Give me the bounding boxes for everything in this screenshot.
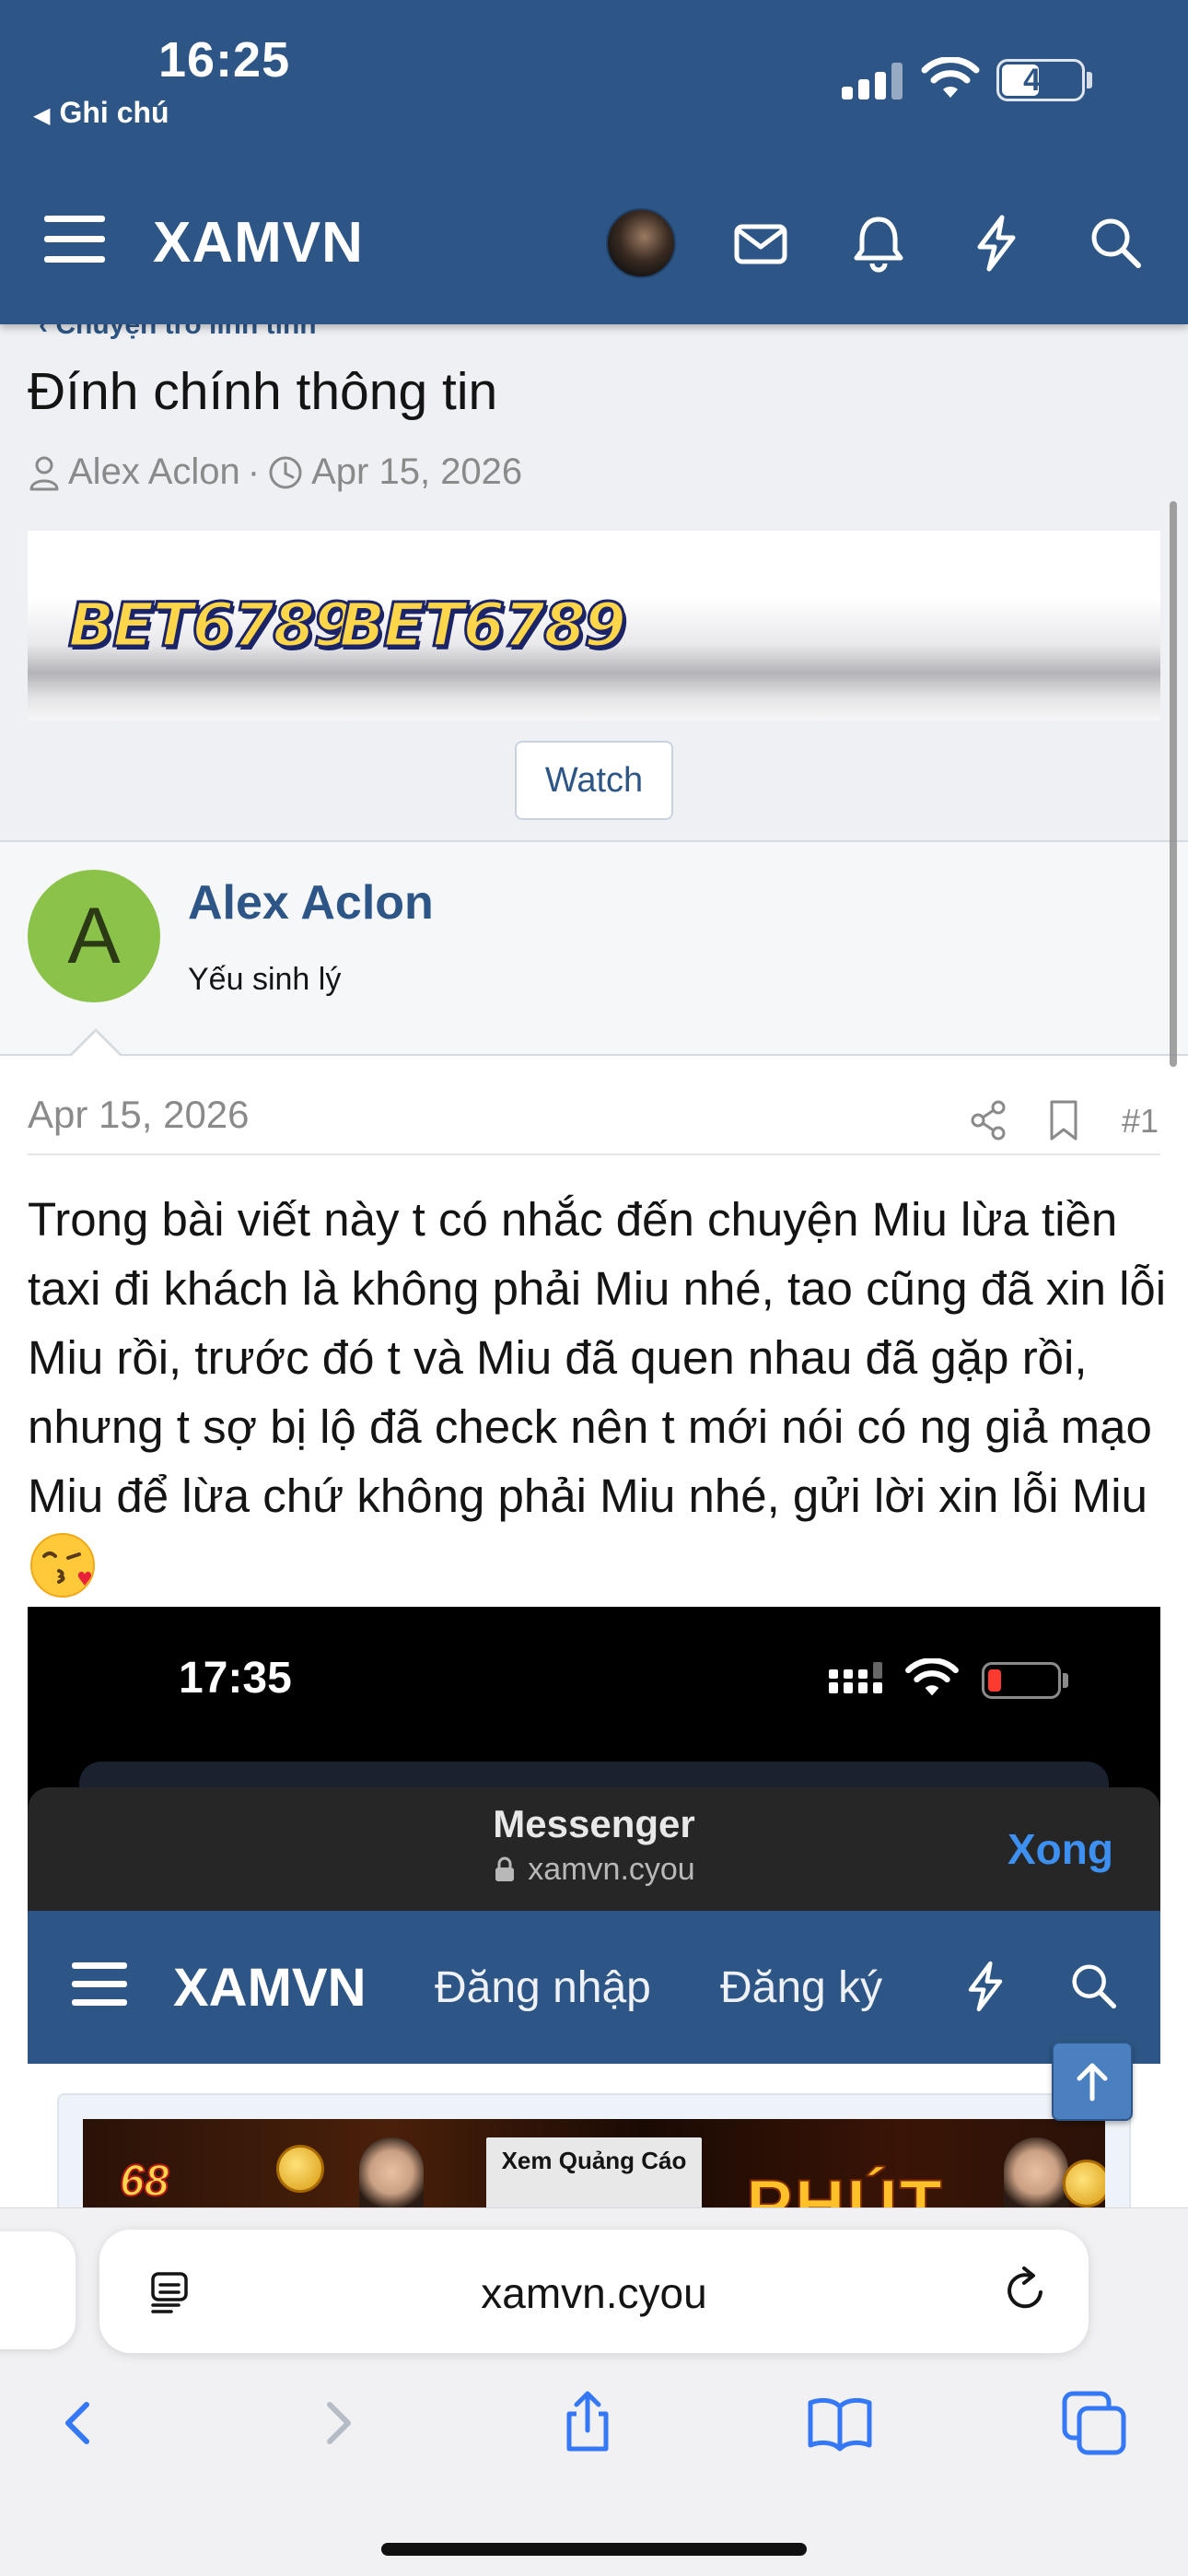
banner-logo: BET6789 [337,589,627,662]
post-date[interactable]: Apr 15, 2026 [28,1093,250,1137]
back-to-app[interactable]: ◀ Ghi chú [33,96,169,130]
reload-icon[interactable] [1000,2265,1052,2316]
coin-icon [1063,2160,1105,2207]
forward-icon [327,2402,351,2444]
lock-icon [495,1856,515,1881]
thread-meta: Alex Aclon · Apr 15, 2026 [28,451,522,493]
scroll-indicator[interactable] [1170,501,1177,1067]
bolt-icon[interactable] [963,210,1030,276]
post-username[interactable]: Alex Aclon [188,875,434,931]
thread-author[interactable]: Alex Aclon [68,451,240,493]
arrow-up-icon [1077,2063,1108,2102]
bookmark-icon[interactable] [1042,1096,1085,1144]
post-number[interactable]: #1 [1122,1102,1159,1141]
bell-icon[interactable] [845,210,912,276]
ad-person [1004,2137,1068,2215]
sheet-url: xamvn.cyou [28,1852,1160,1888]
wifi-icon [905,1658,959,1696]
user-arrow [70,1032,122,1058]
menu-icon[interactable] [72,1962,127,2007]
post-text: Trong bài viết này t có nhắc đến chuyện … [28,1193,1167,1522]
cellular-signal-icon [842,63,903,100]
clock-icon [269,456,302,488]
embedded-status-time: 17:35 [179,1654,292,1703]
coin-icon [276,2145,324,2193]
tabs-icon[interactable] [1057,2386,1131,2460]
post-divider [28,1153,1160,1155]
menu-icon[interactable] [44,216,105,263]
avatar[interactable]: A [28,870,160,1002]
post-content: Trong bài viết này t có nhắc đến chuyện … [28,1185,1170,1610]
site-logo[interactable]: XAMVN [153,210,364,275]
banner-logo: BET6789 [66,589,356,662]
battery-tip [1063,1673,1068,1688]
battery-low-icon [982,1662,1061,1699]
thread-title: Đính chính thông tin [28,362,498,421]
search-icon[interactable] [1083,210,1149,276]
battery-icon: 44 [996,59,1085,101]
status-time: 16:25 [158,32,291,88]
register-link[interactable]: Đăng ký [720,1962,882,2013]
watch-button[interactable]: Watch [515,741,673,820]
sheet-url-text: xamvn.cyou [528,1852,695,1887]
user-icon [29,456,59,490]
cellular-signal-icon [829,1662,882,1693]
login-link[interactable]: Đăng nhập [435,1962,651,2013]
thread-date[interactable]: Apr 15, 2026 [311,451,522,493]
bookmarks-icon[interactable] [803,2386,877,2460]
account-avatar[interactable] [606,208,676,278]
home-indicator[interactable] [381,2543,807,2556]
battery-level: 44 [1023,63,1058,98]
back-app-label: Ghi chú [59,96,169,129]
done-button[interactable]: Xong [1007,1824,1113,1874]
view-ad-label[interactable]: Xem Quảng Cáo [486,2137,702,2215]
search-icon[interactable] [1065,1957,1124,2016]
site-header: 16:25 ◀ Ghi chú 44 XAMVN [0,0,1188,324]
mail-icon[interactable] [728,210,794,276]
scroll-to-top-button[interactable] [1052,2042,1133,2121]
back-icon[interactable] [42,2386,116,2460]
post-user-block [0,840,1188,1056]
back-triangle-icon: ◀ [33,103,51,128]
battery-tip [1087,72,1092,88]
embedded-screenshot[interactable]: 17:35 Messenger xamvn.cyou Xong XAMVN Đă… [28,1607,1160,2215]
share-sheet-icon[interactable] [551,2386,624,2460]
user-title: Yếu sinh lý [188,962,342,997]
embedded-site-logo[interactable]: XAMVN [173,1957,366,2019]
meta-separator: · [247,451,261,492]
wifi-icon [921,57,980,98]
previous-tab-peek[interactable] [0,2231,76,2349]
bolt-icon[interactable] [956,1957,1015,2016]
ad-person [359,2137,424,2215]
kiss-emoji-icon [30,1533,95,1598]
ad-brand: 68 [119,2156,169,2207]
sheet-title: Messenger [493,1802,695,1845]
url-text[interactable]: xamvn.cyou [99,2268,1089,2318]
share-icon[interactable] [967,1096,1009,1144]
ad-banner[interactable]: BET6789 BET6789 [28,531,1160,720]
